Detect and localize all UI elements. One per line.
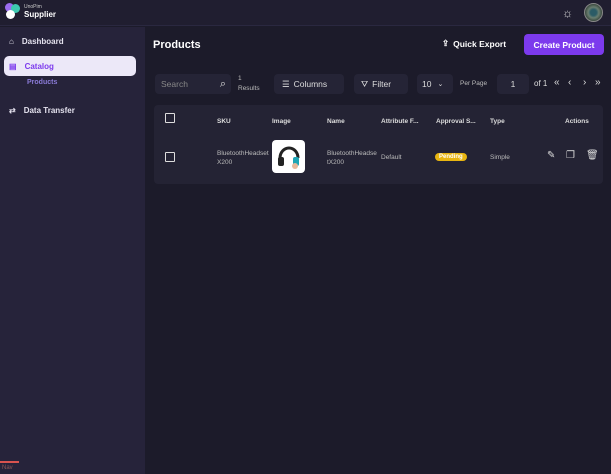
- quick-export-label: Quick Export: [453, 38, 507, 49]
- row-checkbox[interactable]: [165, 152, 175, 162]
- results-label: Results: [238, 85, 260, 92]
- cell-name: BluetoothHeadsetX200: [327, 150, 377, 166]
- page-title: Products: [153, 39, 201, 51]
- per-page-label: Per Page: [460, 80, 488, 87]
- cell-sku: BluetoothHeadsetX200: [217, 150, 269, 166]
- product-image: [272, 140, 305, 173]
- filter-icon: ⛛: [361, 78, 369, 89]
- sidebar-item-data-transfer[interactable]: ⇄ Data Transfer: [4, 100, 136, 120]
- theme-toggle-sun-icon[interactable]: ☼: [562, 6, 573, 20]
- copy-icon[interactable]: ❐: [566, 150, 575, 161]
- debug-bar: [0, 461, 19, 463]
- sidebar-item-dashboard[interactable]: ⌂ Dashboard: [4, 31, 136, 51]
- columns-button[interactable]: ☰ Columns: [274, 74, 344, 94]
- transfer-icon: ⇄: [9, 105, 16, 115]
- first-page-icon[interactable]: «: [554, 77, 560, 88]
- sidebar-item-label: Catalog: [24, 61, 54, 71]
- header-approval-status[interactable]: Approval S...: [436, 118, 476, 125]
- page-total: of 1: [534, 79, 548, 88]
- logo[interactable]: UnoPim Supplier: [5, 3, 56, 19]
- home-icon: ⌂: [9, 36, 14, 46]
- export-icon: ⇪: [442, 38, 450, 48]
- page-input[interactable]: 1: [497, 74, 529, 94]
- cell-type: Simple: [490, 154, 510, 161]
- sidebar-item-catalog[interactable]: ▤ Catalog: [4, 56, 136, 76]
- header-sku[interactable]: SKU: [217, 118, 231, 125]
- header-type[interactable]: Type: [490, 118, 505, 125]
- sidebar-item-label: Dashboard: [21, 36, 64, 46]
- last-page-icon[interactable]: »: [595, 77, 601, 88]
- filter-label: Filter: [372, 79, 392, 89]
- edit-icon[interactable]: ✎: [547, 150, 555, 161]
- search-input[interactable]: Search ⌕: [155, 74, 231, 94]
- brand-name: Supplier: [24, 9, 57, 19]
- per-page-value: 10: [422, 79, 432, 89]
- results-count: 1: [238, 75, 242, 82]
- next-page-icon[interactable]: ›: [583, 77, 586, 88]
- header-image: Image: [272, 118, 291, 125]
- search-icon: ⌕: [219, 77, 226, 90]
- cell-attribute-family: Default: [381, 154, 402, 161]
- columns-label: Columns: [293, 79, 328, 89]
- avatar[interactable]: [584, 3, 603, 22]
- debug-label: Nav: [2, 465, 13, 471]
- top-bar: UnoPim Supplier ☼: [0, 0, 611, 26]
- sidebar: ⌂ Dashboard ▤ Catalog Products ⇄ Data Trans…: [0, 27, 145, 474]
- sidebar-item-label: Data Transfer: [23, 105, 75, 115]
- header-actions: Actions: [565, 118, 589, 125]
- quick-export-button[interactable]: ⇪ Quick Export: [442, 38, 506, 49]
- select-all-checkbox[interactable]: [165, 113, 175, 123]
- filter-button[interactable]: ⛛ Filter: [354, 74, 408, 94]
- clipboard-icon: ▤: [9, 61, 17, 71]
- status-badge: Pending: [435, 153, 467, 161]
- columns-icon: ☰: [282, 78, 290, 89]
- sidebar-subitem-products[interactable]: Products: [27, 79, 57, 86]
- logo-icon: [5, 3, 21, 19]
- header-name[interactable]: Name: [327, 118, 345, 125]
- chevron-down-icon: ⌄: [437, 81, 444, 88]
- create-product-button[interactable]: Create Product: [524, 34, 604, 55]
- delete-icon[interactable]: 🗑: [586, 150, 599, 161]
- per-page-select[interactable]: 10 ⌄: [417, 74, 453, 94]
- products-table: SKU Image Name Attribute F... Approval S…: [154, 105, 603, 184]
- prev-page-icon[interactable]: ‹: [568, 77, 571, 88]
- search-placeholder: Search: [161, 79, 188, 89]
- header-attribute-family[interactable]: Attribute F...: [381, 118, 419, 125]
